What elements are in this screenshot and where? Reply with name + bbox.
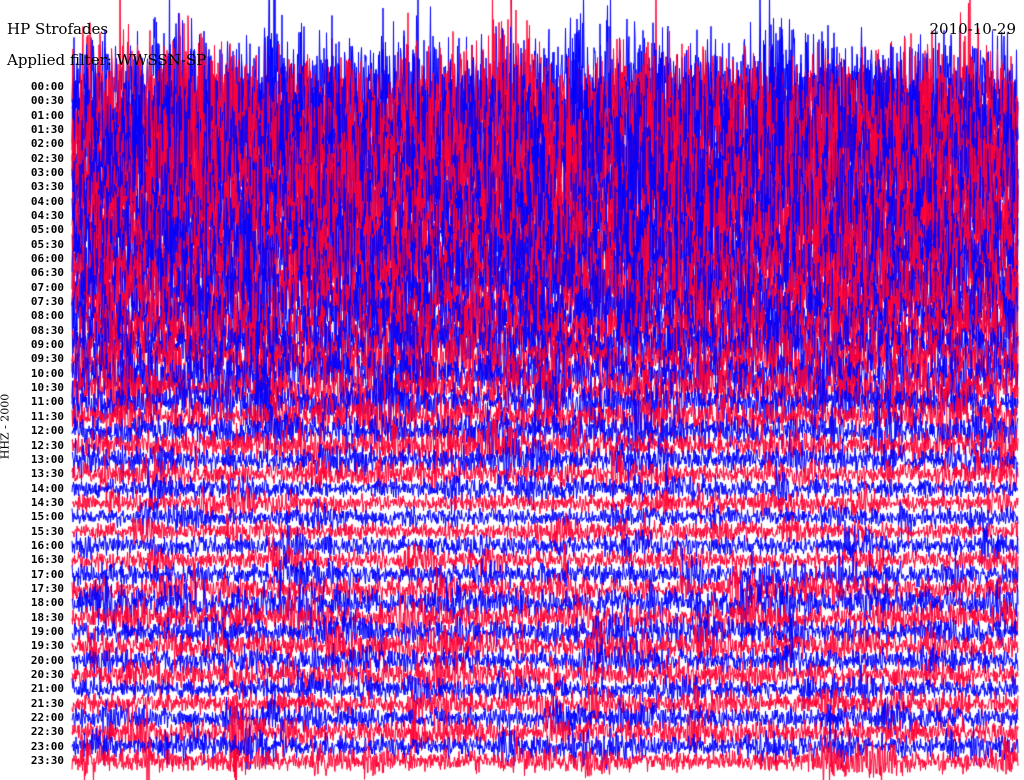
row-label: 17:30 (30, 581, 64, 595)
row-label: 01:00 (30, 108, 64, 122)
row-label: 07:30 (30, 295, 64, 309)
row-label: 02:30 (30, 151, 64, 165)
row-label: 15:30 (30, 524, 64, 538)
row-label: 14:30 (30, 495, 64, 509)
date-label: 2010-10-29 (929, 20, 1016, 38)
row-label: 12:30 (30, 438, 64, 452)
row-label: 15:00 (30, 510, 64, 524)
row-label: 23:00 (30, 739, 64, 753)
row-label: 16:30 (30, 553, 64, 567)
row-label: 22:30 (30, 725, 64, 739)
row-label: 04:00 (30, 194, 64, 208)
seismogram-traces (0, 0, 1024, 780)
row-label: 08:00 (30, 309, 64, 323)
row-label: 16:00 (30, 538, 64, 552)
row-label: 07:00 (30, 280, 64, 294)
station-title: HP Strofades (7, 20, 109, 38)
row-label: 09:00 (30, 338, 64, 352)
filter-subtitle: Applied filter: WWSSN-SP (7, 51, 207, 69)
row-label: 05:00 (30, 223, 64, 237)
row-label: 20:30 (30, 667, 64, 681)
row-label: 09:30 (30, 352, 64, 366)
row-label: 14:00 (30, 481, 64, 495)
row-label: 02:00 (30, 137, 64, 151)
row-label: 13:00 (30, 452, 64, 466)
row-label: 22:00 (30, 710, 64, 724)
row-label: 23:30 (30, 753, 64, 767)
row-label: 18:00 (30, 596, 64, 610)
row-label: 00:00 (30, 80, 64, 93)
row-label: 11:30 (30, 409, 64, 423)
row-label: 03:00 (30, 166, 64, 180)
row-label: 21:30 (30, 696, 64, 710)
row-label: 18:30 (30, 610, 64, 624)
row-label: 12:00 (30, 424, 64, 438)
row-label: 08:30 (30, 323, 64, 337)
row-label: 04:30 (30, 209, 64, 223)
row-label: 06:00 (30, 252, 64, 266)
row-label: 19:00 (30, 624, 64, 638)
row-label: 17:00 (30, 567, 64, 581)
row-label: 10:00 (30, 366, 64, 380)
row-label: 01:30 (30, 123, 64, 137)
row-label: 00:30 (30, 94, 64, 108)
row-label: 21:00 (30, 682, 64, 696)
row-label: 10:30 (30, 381, 64, 395)
row-label: 11:00 (30, 395, 64, 409)
row-label: 19:30 (30, 639, 64, 653)
helicorder: HP Strofades Applied filter: WWSSN-SP 20… (0, 0, 1024, 780)
row-label: 06:30 (30, 266, 64, 280)
row-label: 13:30 (30, 467, 64, 481)
row-label: 05:30 (30, 237, 64, 251)
row-label: 20:00 (30, 653, 64, 667)
row-label: 03:30 (30, 180, 64, 194)
